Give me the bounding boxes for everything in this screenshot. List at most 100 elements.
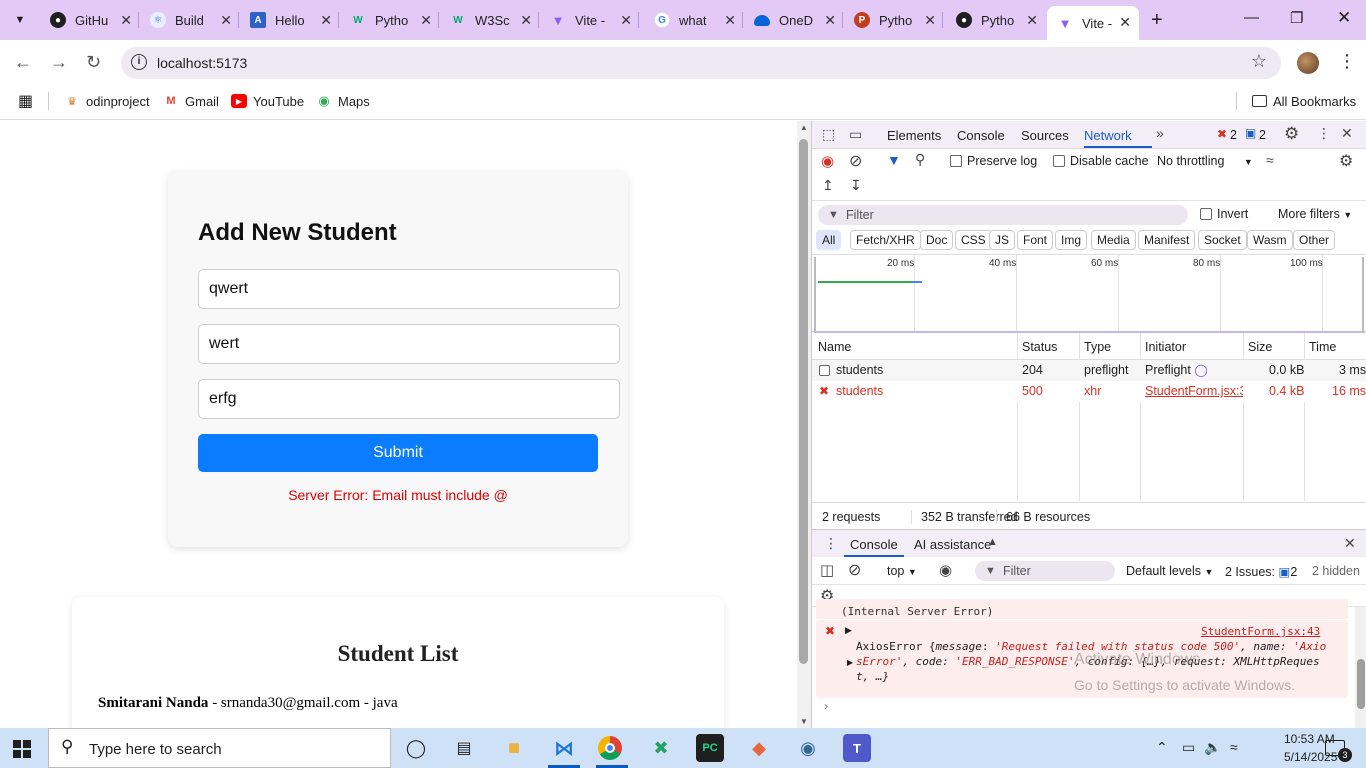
drawer-tab-ai-assistance[interactable]: AI assistance (914, 537, 991, 552)
chrome-icon[interactable] (598, 736, 622, 760)
excel-like-icon[interactable]: ✖ (647, 734, 675, 762)
tab-github-1[interactable]: ● GitHu ✕ (40, 6, 140, 34)
column-header-time[interactable]: Time (1309, 340, 1336, 354)
tab-hello[interactable]: A Hello ✕ (240, 6, 340, 34)
scroll-up-icon[interactable]: ▲ (800, 123, 808, 132)
device-toolbar-icon[interactable]: ▭ (849, 126, 862, 143)
filter-chip-all[interactable]: All (816, 230, 842, 250)
new-tab-plus-icon[interactable]: + (1151, 9, 1163, 32)
console-filter-input[interactable]: ▼ Filter (975, 561, 1115, 581)
close-tab-icon[interactable]: ✕ (1119, 14, 1131, 31)
checkbox[interactable] (819, 365, 830, 376)
filter-chip-fetch-xhr[interactable]: Fetch/XHR (850, 230, 921, 250)
forward-arrow-icon[interactable]: → (50, 52, 68, 73)
close-tab-icon[interactable]: ✕ (320, 12, 332, 29)
apps-grid-icon[interactable]: ▦ (18, 92, 33, 110)
site-info-icon[interactable]: i (131, 54, 147, 70)
name-input[interactable]: qwert (198, 269, 620, 309)
vscode-icon[interactable]: ⋈ (550, 734, 578, 762)
filter-chip-manifest[interactable]: Manifest (1138, 230, 1196, 250)
close-tab-icon[interactable]: ✕ (824, 12, 836, 29)
table-row[interactable]: ✖ students 500 xhr StudentForm.jsx:34 0.… (812, 381, 1366, 402)
column-header-initiator[interactable]: Initiator (1145, 340, 1186, 354)
address-url[interactable]: localhost:5173 (157, 55, 247, 71)
scrollbar-thumb[interactable] (799, 139, 808, 664)
tab-sources[interactable]: Sources (1021, 128, 1069, 143)
all-bookmarks-button[interactable]: All Bookmarks (1252, 92, 1356, 110)
reload-icon[interactable]: ↻ (86, 52, 101, 73)
browser-menu-icon[interactable]: ⋮ (1338, 51, 1356, 72)
tab-build[interactable]: ⚛ Build ✕ (140, 6, 240, 34)
drawer-menu-icon[interactable]: ⋮ (824, 535, 838, 552)
bookmark-maps[interactable]: ◉ Maps (316, 92, 369, 110)
column-header-status[interactable]: Status (1022, 340, 1057, 354)
close-tab-icon[interactable]: ✕ (924, 12, 936, 29)
checkbox[interactable] (1053, 155, 1065, 167)
close-tab-icon[interactable]: ✕ (220, 12, 232, 29)
filter-chip-wasm[interactable]: Wasm (1247, 230, 1293, 250)
filter-chip-media[interactable]: Media (1091, 230, 1136, 250)
filter-chip-other[interactable]: Other (1293, 230, 1336, 250)
error-count[interactable]: 2 (1230, 128, 1237, 142)
timeline-handle-left[interactable] (814, 257, 817, 331)
issues-button[interactable]: 2 Issues: ▣2 (1225, 564, 1297, 579)
tab-network[interactable]: Network (1084, 128, 1132, 143)
volume-icon[interactable]: 🔈 (1204, 739, 1221, 756)
close-tab-icon[interactable]: ✕ (120, 12, 132, 29)
filter-chip-img[interactable]: Img (1055, 230, 1088, 250)
console-source-link[interactable]: StudentForm.jsx:43 (1201, 625, 1320, 638)
network-filter-input[interactable]: ▼ Filter (818, 205, 1188, 225)
scroll-down-icon[interactable]: ▼ (800, 717, 808, 726)
bookmark-odinproject[interactable]: ♛ odinproject (64, 92, 150, 110)
teams-icon[interactable]: T (843, 734, 871, 762)
checkbox[interactable] (1200, 208, 1212, 220)
expand-triangle-icon[interactable]: ▶ (845, 625, 852, 636)
tab-onedrive[interactable]: OneD ✕ (744, 6, 844, 34)
profile-avatar[interactable] (1297, 52, 1319, 74)
bookmark-star-icon[interactable]: ☆ (1251, 51, 1267, 72)
table-row[interactable]: students 204 preflight Preflight ◯ 0.0 k… (812, 360, 1366, 381)
column-header-size[interactable]: Size (1248, 340, 1272, 354)
wifi-icon[interactable]: ≈ (1230, 739, 1238, 755)
network-conditions-icon[interactable]: ≈ (1266, 152, 1274, 168)
clear-icon[interactable]: ⊘ (849, 151, 862, 171)
export-har-icon[interactable]: ↧ (850, 177, 862, 194)
email-input[interactable]: wert (198, 324, 620, 364)
tab-search-chevron-icon[interactable]: ▼ (8, 8, 32, 32)
file-explorer-folder-icon[interactable]: ■ (500, 734, 528, 762)
close-drawer-icon[interactable]: ✕ (1344, 535, 1356, 552)
git-tool-icon[interactable]: ◆ (745, 734, 773, 762)
network-timeline[interactable]: 20 ms 40 ms 60 ms 80 ms 100 ms (812, 254, 1366, 333)
close-tab-icon[interactable]: ✕ (520, 12, 532, 29)
sidebar-toggle-icon[interactable]: ◫ (820, 561, 834, 579)
tray-overflow-chevron-icon[interactable]: ⌃ (1156, 739, 1168, 756)
throttling-select[interactable]: No throttling ▼ (1157, 154, 1253, 168)
close-window-icon[interactable]: ✕ (1337, 8, 1351, 28)
preserve-log-checkbox[interactable]: Preserve log (950, 154, 1037, 168)
expand-triangle-icon[interactable]: ▶ (847, 658, 853, 667)
request-row-checkbox[interactable] (819, 363, 835, 377)
back-arrow-icon[interactable]: ← (14, 52, 32, 73)
column-header-type[interactable]: Type (1084, 340, 1111, 354)
network-settings-gear-icon[interactable]: ⚙ (1339, 151, 1353, 171)
more-filters-dropdown[interactable]: More filters ▼ (1278, 207, 1352, 221)
bookmark-gmail[interactable]: M Gmail (163, 92, 219, 110)
inspect-element-icon[interactable]: ⬚ (822, 126, 835, 143)
task-view-icon[interactable]: ▤ (450, 734, 478, 762)
filter-funnel-icon[interactable]: ▼ (887, 152, 901, 168)
minimize-icon[interactable]: — (1244, 9, 1259, 26)
record-stop-icon[interactable]: ◉ (821, 152, 834, 170)
devtools-menu-icon[interactable]: ⋮ (1317, 125, 1331, 142)
tab-vite-1[interactable]: ▼ Vite - ✕ (540, 6, 640, 34)
filter-chip-css[interactable]: CSS (955, 230, 992, 250)
cortana-circle-icon[interactable]: ◯ (402, 734, 430, 762)
timeline-handle-right[interactable] (1362, 257, 1365, 331)
filter-chip-js[interactable]: JS (989, 230, 1016, 250)
disable-cache-checkbox[interactable]: Disable cache (1053, 154, 1149, 168)
restore-icon[interactable]: ❐ (1290, 9, 1303, 27)
bookmark-youtube[interactable]: ▶ YouTube (231, 92, 304, 110)
drawer-tab-console[interactable]: Console (850, 537, 898, 552)
windows-start-icon[interactable] (13, 740, 31, 758)
tab-google-what[interactable]: G what ✕ (644, 6, 744, 34)
column-header-name[interactable]: Name (818, 340, 851, 354)
